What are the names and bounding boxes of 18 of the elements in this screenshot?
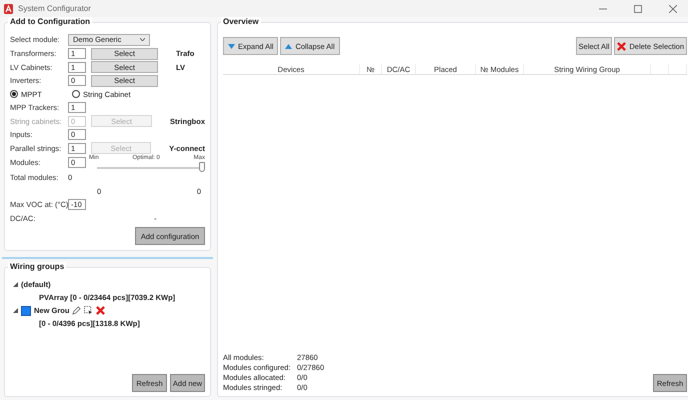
close-icon: [669, 4, 677, 12]
collapse-icon: [285, 44, 292, 48]
expand-icon: [228, 44, 235, 48]
panel-title: Add to Configuration: [8, 17, 92, 26]
panel-title: Wiring groups: [8, 262, 66, 271]
expanded-caret-icon[interactable]: [13, 308, 18, 313]
modules-slider[interactable]: [97, 162, 202, 173]
chevron-icon: [140, 38, 145, 41]
pencil-icon[interactable]: [72, 306, 82, 315]
expanded-caret-icon[interactable]: [13, 282, 18, 286]
window-title: System Configurator: [18, 4, 92, 13]
app-logo-icon: [4, 4, 13, 14]
selection-icon[interactable]: [84, 306, 94, 315]
delete-icon[interactable]: [96, 306, 106, 315]
panel-title: Overview: [221, 17, 261, 26]
slider-thumb[interactable]: [199, 162, 205, 172]
delete-icon: [617, 42, 626, 50]
maximize-icon: [634, 4, 642, 12]
